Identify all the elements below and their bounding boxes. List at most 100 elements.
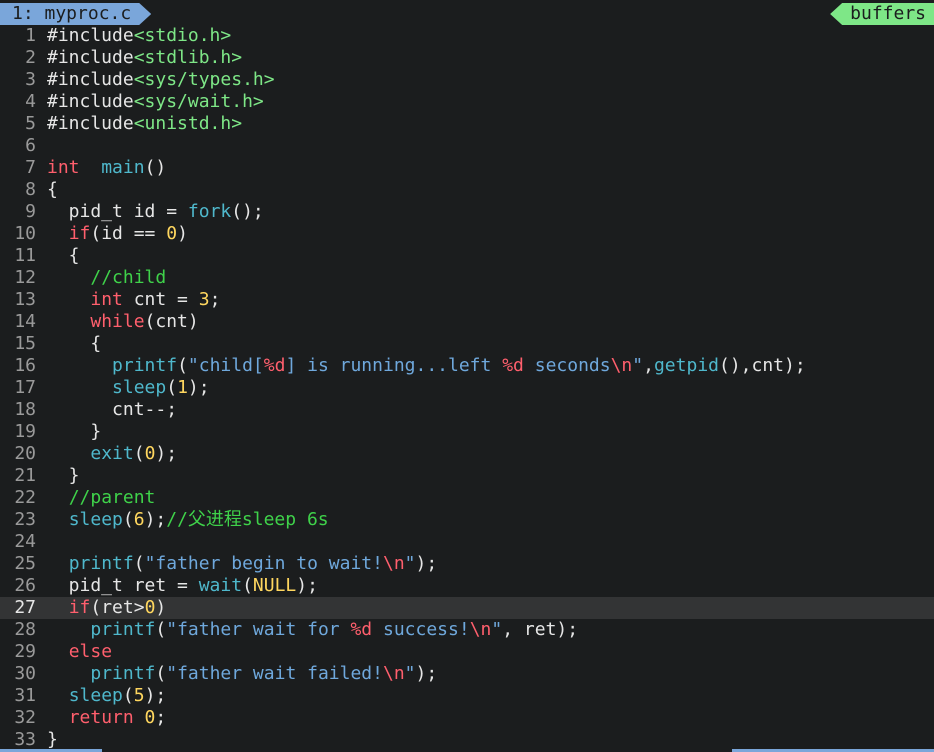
code-token: sleep [68, 509, 123, 530]
code-line[interactable]: 13 int cnt = 3; [0, 289, 934, 311]
code-line[interactable]: 29 else [0, 641, 934, 663]
code-line[interactable]: 27 if(ret>0) [0, 597, 934, 619]
line-number: 27 [14, 597, 36, 618]
code-token: } [47, 421, 102, 442]
code-token: getpid [653, 355, 719, 376]
code-line[interactable]: 1 #include<stdio.h> [0, 25, 934, 47]
code-token: if [68, 597, 91, 618]
code-token: success! [372, 619, 470, 640]
code-line[interactable]: 28 printf("father wait for %d success!\n… [0, 619, 934, 641]
code-line[interactable]: 30 printf("father wait failed!\n"); [0, 663, 934, 685]
code-token: printf [90, 663, 156, 684]
code-line[interactable]: 15 { [0, 333, 934, 355]
code-line[interactable]: 26 pid_t ret = wait(NULL); [0, 575, 934, 597]
code-token: \n [469, 619, 492, 640]
code-token: //child [90, 267, 167, 288]
code-token: <stdio.h> [133, 25, 232, 46]
line-number: 4 [25, 91, 36, 112]
code-token: ( [133, 553, 145, 574]
code-line[interactable]: 23 sleep(6);//父进程sleep 6s [0, 509, 934, 531]
code-token: \n [382, 553, 405, 574]
code-line[interactable]: 7 int main() [0, 157, 934, 179]
code-line[interactable]: 32 return 0; [0, 707, 934, 729]
code-token: " [404, 553, 416, 574]
code-token: ); [187, 377, 210, 398]
code-line[interactable]: 4 #include<sys/wait.h> [0, 91, 934, 113]
line-number: 12 [14, 267, 36, 288]
code-token: ) [177, 223, 188, 244]
code-line[interactable]: 17 sleep(1); [0, 377, 934, 399]
code-line[interactable]: 20 exit(0); [0, 443, 934, 465]
code-token: cnt = [122, 289, 199, 310]
code-token: } [47, 729, 58, 750]
buffers-label[interactable]: buffers [830, 3, 934, 25]
code-line[interactable]: 14 while(cnt) [0, 311, 934, 333]
code-line[interactable]: 8{ [0, 179, 934, 201]
code-token: pid_t id = [47, 201, 188, 222]
code-token: \n [382, 663, 405, 684]
code-line[interactable]: 31 sleep(5); [0, 685, 934, 707]
tab-myproc-c[interactable]: 1: myproc.c [0, 3, 151, 25]
code-token: { [47, 245, 80, 266]
code-token: %d [263, 355, 286, 376]
code-token: <sys/wait.h> [133, 91, 264, 112]
code-line[interactable]: 25 printf("father begin to wait!\n"); [0, 553, 934, 575]
code-token: ; [209, 289, 221, 310]
code-line[interactable]: 16 printf("child[%d] is running...left %… [0, 355, 934, 377]
line-number: 29 [14, 641, 36, 662]
code-token: (),cnt); [719, 355, 806, 376]
tabline: 1: myproc.c buffers [0, 0, 934, 25]
code-token: "father wait failed! [166, 663, 383, 684]
line-number: 10 [14, 223, 36, 244]
code-token: "father begin to wait! [144, 553, 383, 574]
code-line[interactable]: 33} [0, 729, 934, 751]
code-line[interactable]: 21 } [0, 465, 934, 487]
line-number: 28 [14, 619, 36, 640]
code-token: ( [122, 509, 134, 530]
code-token: <sys/types.h> [133, 69, 275, 90]
code-token: (); [231, 201, 264, 222]
line-number: 19 [14, 421, 36, 442]
code-token: fork [187, 201, 232, 222]
line-number: 33 [14, 729, 36, 750]
line-number: 20 [14, 443, 36, 464]
line-number: 5 [25, 113, 36, 134]
code-token: else [68, 641, 113, 662]
code-line[interactable]: 9 pid_t id = fork(); [0, 201, 934, 223]
code-line[interactable]: 11 { [0, 245, 934, 267]
code-line[interactable]: 18 cnt--; [0, 399, 934, 421]
code-token: ( [155, 663, 167, 684]
code-token: ( [177, 355, 188, 376]
code-token: (id == [90, 223, 167, 244]
code-line[interactable]: 5 #include<unistd.h> [0, 113, 934, 135]
code-editor[interactable]: 1 #include<stdio.h> 2 #include<stdlib.h> 3 #i… [0, 25, 934, 751]
code-line[interactable]: 12 //child [0, 267, 934, 289]
code-token: 5 [133, 685, 145, 706]
code-line[interactable]: 3 #include<sys/types.h> [0, 69, 934, 91]
code-line[interactable]: 2 #include<stdlib.h> [0, 47, 934, 69]
code-token: printf [90, 619, 156, 640]
code-token: ); [155, 443, 178, 464]
code-line[interactable]: 19 } [0, 421, 934, 443]
code-token: return [68, 707, 134, 728]
code-token: { [47, 333, 102, 354]
code-line[interactable]: 22 //parent [0, 487, 934, 509]
code-token: } [47, 465, 80, 486]
line-number: 26 [14, 575, 36, 596]
code-token: int [90, 289, 123, 310]
code-line[interactable]: 10 if(id == 0) [0, 223, 934, 245]
code-token: ( [242, 575, 253, 596]
line-number: 32 [14, 707, 36, 728]
code-token: NULL [252, 575, 297, 596]
code-token: " [491, 619, 503, 640]
code-line[interactable]: 24 [0, 531, 934, 553]
code-token: printf [68, 553, 134, 574]
code-line[interactable]: 6 [0, 135, 934, 157]
